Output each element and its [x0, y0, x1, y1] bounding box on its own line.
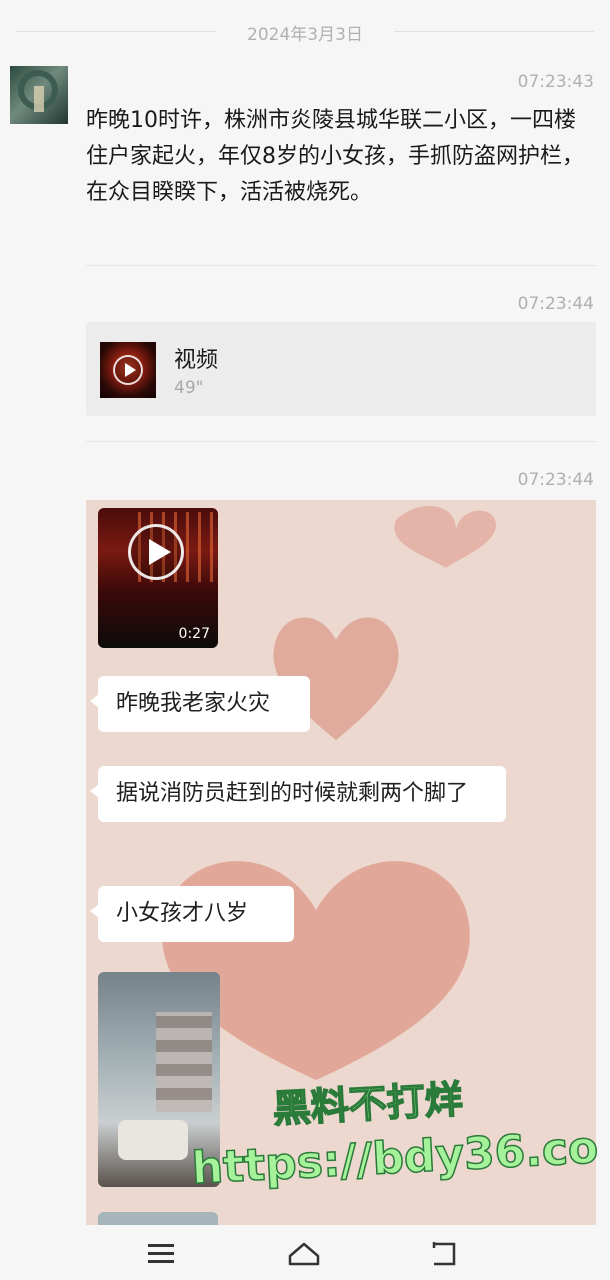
date-label: 2024年3月3日	[247, 25, 363, 45]
video-title: 视频	[174, 348, 219, 373]
navigation-bar	[0, 1228, 610, 1280]
chat-bubble: 昨晚我老家火灾	[90, 676, 310, 732]
watermark: 黑料不打烊 https://bdy36.co	[187, 1062, 600, 1195]
chat-bubble: 小女孩才八岁	[90, 886, 294, 942]
home-icon[interactable]	[284, 1238, 324, 1270]
sender-avatar[interactable]	[10, 66, 68, 124]
back-icon[interactable]	[424, 1238, 464, 1270]
video-duration: 0:27	[178, 626, 210, 642]
photo-thumbnail[interactable]	[98, 1212, 218, 1225]
chat-bubble: 据说消防员赶到的时候就剩两个脚了	[90, 766, 506, 822]
menu-icon[interactable]	[142, 1238, 182, 1270]
message-text: 昨晚10时许，株洲市炎陵县城华联二小区，一四楼住户家起火，年仅8岁的小女孩，手抓…	[86, 108, 584, 205]
date-separator: 2024年3月3日	[0, 18, 610, 46]
play-icon	[128, 524, 184, 580]
message-timestamp: 07:23:44	[517, 294, 594, 314]
message-timestamp: 07:23:43	[517, 72, 594, 92]
message-divider	[86, 441, 596, 442]
video-duration: 49"	[174, 378, 204, 398]
play-icon	[113, 355, 143, 385]
video-message-card[interactable]: 视频 49"	[86, 322, 596, 416]
divider	[394, 31, 594, 32]
heart-decoration	[394, 506, 496, 568]
video-thumbnail[interactable]: 0:27	[98, 508, 218, 648]
message-timestamp: 07:23:44	[517, 470, 594, 490]
message-divider	[86, 265, 596, 266]
video-thumbnail[interactable]	[100, 342, 156, 398]
